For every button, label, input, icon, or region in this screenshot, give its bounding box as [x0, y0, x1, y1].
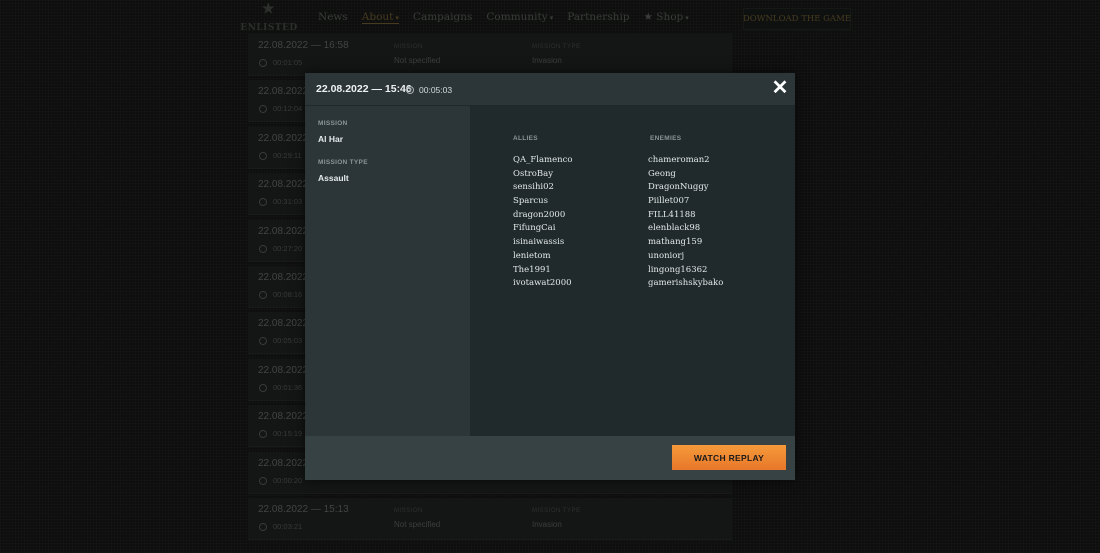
enemies-header: ENEMIES — [650, 135, 682, 142]
enemy-player: Piillet007 — [648, 196, 690, 207]
ally-player: sensihi02 — [513, 182, 554, 193]
ally-player: FifungCai — [513, 223, 556, 234]
ally-player: isinaiwassis — [513, 237, 565, 248]
teams-panel: ALLIES QA_Flamenco OstroBay sensihi02 Sparc… — [470, 106, 795, 436]
ally-player: lenietom — [513, 250, 551, 261]
ally-player: Sparcus — [513, 196, 548, 207]
mission-label: MISSION — [318, 120, 348, 127]
allies-header: ALLIES — [513, 135, 538, 142]
mission-value: Al Har — [318, 134, 344, 144]
enemy-player: chameroman2 — [648, 155, 710, 165]
modal-header: 22.08.2022 — 15:46 00:05:03 ✕ — [305, 73, 795, 106]
ally-player: dragon2000 — [513, 209, 566, 220]
modal-duration-value: 00:05:03 — [419, 85, 453, 95]
mission-type-label: MISSION TYPE — [318, 159, 368, 166]
enemy-player: elenblack98 — [648, 223, 701, 234]
ally-player: QA_Flamenco — [513, 155, 573, 165]
mission-type-value: Assault — [318, 173, 349, 183]
ally-player: OstroBay — [513, 168, 554, 179]
ally-player: ivotawat2000 — [513, 278, 572, 289]
enemy-player: mathang159 — [648, 237, 703, 248]
modal-date-time: 22.08.2022 — 15:46 — [316, 83, 412, 95]
ally-player: The1991 — [513, 264, 551, 275]
enemies-list: chameroman2 Geong DragonNuggy Piillet007 FIL… — [648, 154, 723, 291]
close-button[interactable]: ✕ — [771, 77, 789, 99]
enemy-player: unoniorj — [648, 250, 685, 261]
enemy-player: FILL41188 — [648, 209, 696, 220]
allies-list: QA_Flamenco OstroBay sensihi02 Sparcus drago… — [513, 154, 572, 291]
watch-replay-button[interactable]: WATCH REPLAY — [672, 445, 786, 470]
modal-footer: WATCH REPLAY — [305, 436, 795, 480]
enemy-player: Geong — [648, 168, 676, 179]
enemy-player: gamerishskybako — [648, 278, 724, 289]
enemy-player: DragonNuggy — [648, 182, 709, 193]
enemy-player: lingong16362 — [648, 264, 708, 275]
replay-details-modal: 22.08.2022 — 15:46 00:05:03 ✕ MISSION Al… — [305, 73, 795, 480]
close-icon: ✕ — [771, 77, 789, 99]
clock-icon — [406, 86, 414, 94]
mission-info-panel: MISSION Al Har MISSION TYPE Assault — [305, 106, 470, 436]
modal-duration: 00:05:03 — [406, 85, 452, 95]
